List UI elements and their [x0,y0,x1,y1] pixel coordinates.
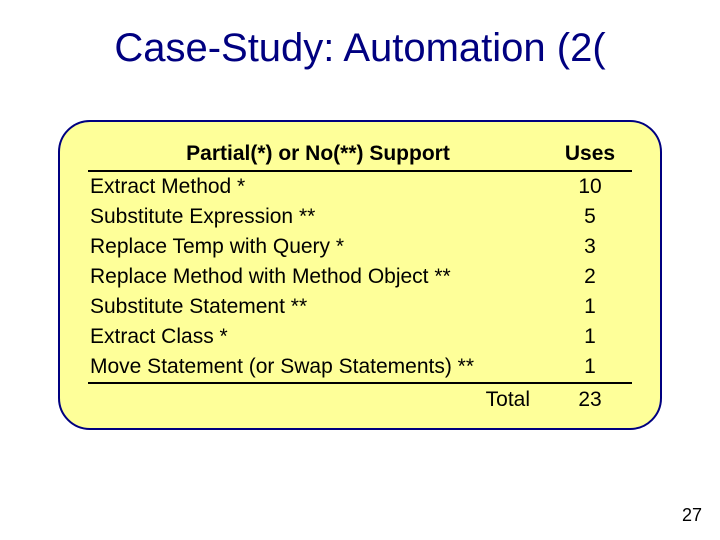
content-panel: Partial(*) or No(**) Support Uses Extrac… [58,120,662,430]
cell-uses: 10 [548,171,632,202]
table-total-row: Total 23 [88,383,632,415]
table-row: Substitute Statement ** 1 [88,292,632,322]
cell-uses: 1 [548,352,632,383]
total-label: Total [88,383,548,415]
table-row: Move Statement (or Swap Statements) ** 1 [88,352,632,383]
table-row: Replace Method with Method Object ** 2 [88,262,632,292]
cell-uses: 2 [548,262,632,292]
page-title: Case-Study: Automation (2( [0,26,720,71]
page-number: 27 [682,505,702,526]
cell-uses: 1 [548,292,632,322]
table-row: Substitute Expression ** 5 [88,202,632,232]
cell-name: Extract Class * [88,322,548,352]
support-table: Partial(*) or No(**) Support Uses Extrac… [88,138,632,415]
cell-name: Substitute Statement ** [88,292,548,322]
cell-name: Substitute Expression ** [88,202,548,232]
cell-name: Extract Method * [88,171,548,202]
total-value: 23 [548,383,632,415]
cell-uses: 5 [548,202,632,232]
slide: Case-Study: Automation (2( Partial(*) or… [0,0,720,540]
cell-name: Move Statement (or Swap Statements) ** [88,352,548,383]
cell-name: Replace Temp with Query * [88,232,548,262]
cell-name: Replace Method with Method Object ** [88,262,548,292]
table-header-row: Partial(*) or No(**) Support Uses [88,138,632,171]
col-header-uses: Uses [548,138,632,171]
table-row: Extract Class * 1 [88,322,632,352]
cell-uses: 1 [548,322,632,352]
cell-uses: 3 [548,232,632,262]
col-header-support: Partial(*) or No(**) Support [88,138,548,171]
table-row: Extract Method * 10 [88,171,632,202]
table-row: Replace Temp with Query * 3 [88,232,632,262]
